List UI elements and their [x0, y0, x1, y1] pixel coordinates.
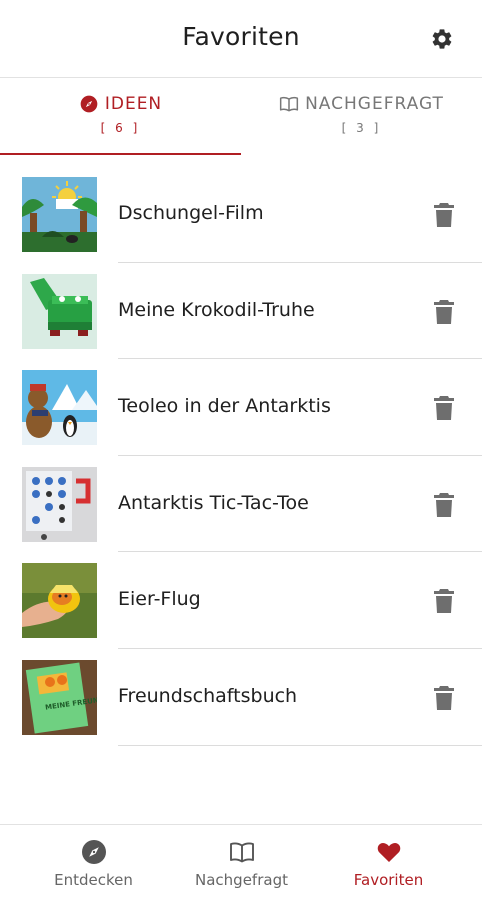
page-title: Favoriten [182, 22, 300, 51]
item-title: Meine Krokodil-Truhe [118, 298, 315, 321]
thumbnail-crocodile-image [22, 273, 97, 349]
nav-label: Entdecken [54, 871, 133, 889]
thumbnail-egg-flight-image [22, 563, 97, 639]
tab-count: [ 3 ] [341, 121, 382, 135]
list-item[interactable]: Antarktis Tic-Tac-Toe [0, 456, 482, 553]
list-item[interactable]: Teoleo in der Antarktis [0, 359, 482, 456]
trash-icon[interactable] [432, 395, 456, 421]
trash-icon[interactable] [432, 299, 456, 325]
divider [118, 744, 482, 746]
item-title: Freundschaftsbuch [118, 684, 298, 707]
item-title: Dschungel-Film [118, 202, 264, 224]
open-book-icon [229, 842, 254, 863]
nav-favoriten[interactable]: Favoriten [308, 825, 469, 900]
tab-nachgefragt[interactable]: NACHGEFRAGT [ 3 ] [241, 78, 482, 156]
active-tab-indicator [0, 153, 241, 155]
list-item[interactable]: Eier-Flug [0, 552, 482, 649]
open-book-icon [280, 96, 299, 112]
thumbnail-antarctica-bear-image [22, 370, 97, 446]
tab-count: [ 6 ] [100, 121, 141, 135]
trash-icon[interactable] [432, 685, 456, 711]
thumbnail-jungle-image [22, 177, 97, 252]
nav-nachgefragt[interactable]: Nachgefragt [161, 825, 322, 900]
thumbnail-friendship-book-image: MEINE FREUNDE [22, 659, 97, 735]
app-header: Favoriten [0, 0, 482, 78]
trash-icon[interactable] [432, 492, 456, 518]
nav-label: Favoriten [353, 871, 424, 889]
gear-icon[interactable] [430, 27, 454, 51]
list-item[interactable]: Dschungel-Film [0, 166, 482, 263]
thumbnail-tic-tac-toe-image [22, 466, 97, 542]
nav-label: Nachgefragt [195, 871, 288, 889]
trash-icon[interactable] [432, 202, 456, 228]
compass-icon [80, 95, 98, 113]
tab-label: IDEEN [104, 94, 163, 114]
nav-entdecken[interactable]: Entdecken [13, 825, 174, 900]
tab-label: NACHGEFRAGT [305, 94, 444, 114]
item-title: Antarktis Tic-Tac-Toe [118, 491, 309, 514]
item-title: Teoleo in der Antarktis [118, 395, 331, 418]
favorites-list: Dschungel-Film Meine Krokodil-Truhe Teol… [0, 166, 482, 746]
favorites-tabs: IDEEN [ 6 ] NACHGEFRAGT [ 3 ] [0, 78, 482, 156]
list-item[interactable]: Meine Krokodil-Truhe [0, 263, 482, 360]
heart-icon [377, 843, 400, 862]
compass-icon [81, 840, 106, 864]
bottom-navigation: Entdecken Nachgefragt Favoriten [0, 824, 482, 900]
list-item[interactable]: MEINE FREUNDE Freundschaftsbuch [0, 649, 482, 746]
item-title: Eier-Flug [118, 588, 201, 611]
tab-ideen[interactable]: IDEEN [ 6 ] [0, 78, 241, 156]
trash-icon[interactable] [432, 588, 456, 614]
